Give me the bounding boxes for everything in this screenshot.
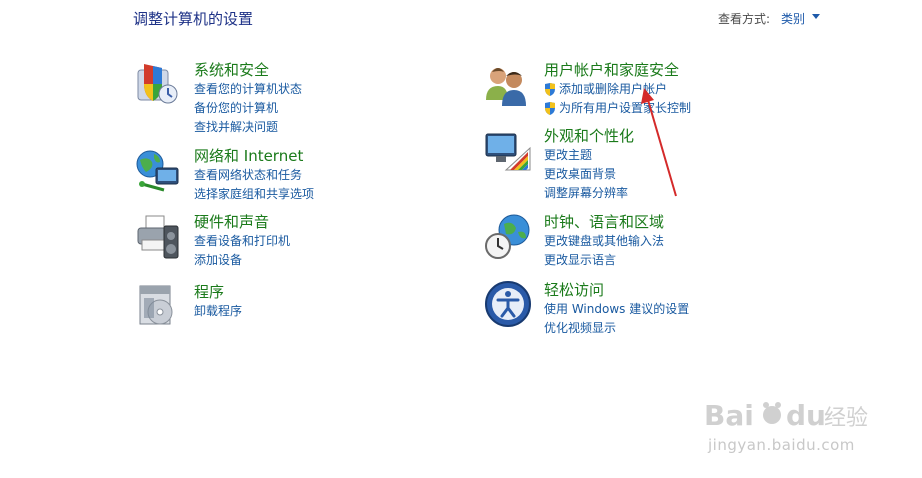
- link-network-status[interactable]: 查看网络状态和任务: [194, 166, 314, 185]
- link-optimize-display[interactable]: 优化视频显示: [544, 319, 689, 338]
- network-icon[interactable]: [134, 146, 182, 194]
- svg-text:du: du: [786, 399, 826, 432]
- link-backup-computer[interactable]: 备份您的计算机: [194, 99, 302, 118]
- programs-icon[interactable]: [134, 282, 182, 330]
- category-title-ease-of-access[interactable]: 轻松访问: [544, 280, 689, 300]
- link-devices-printers[interactable]: 查看设备和打印机: [194, 232, 290, 251]
- link-homegroup-sharing[interactable]: 选择家庭组和共享选项: [194, 185, 314, 204]
- uac-shield-icon: [545, 102, 555, 115]
- category-title-system-security[interactable]: 系统和安全: [194, 60, 302, 80]
- view-by-dropdown[interactable]: 类别: [781, 10, 805, 27]
- page-title: 调整计算机的设置: [133, 10, 254, 28]
- shield-icon[interactable]: [134, 60, 182, 108]
- appearance-icon[interactable]: [484, 126, 532, 174]
- chevron-down-icon[interactable]: [812, 14, 820, 19]
- svg-text:Bai: Bai: [704, 399, 754, 432]
- users-icon[interactable]: [484, 60, 532, 108]
- link-troubleshoot[interactable]: 查找并解决问题: [194, 118, 302, 137]
- link-add-remove-accounts-label: 添加或删除用户帐户: [559, 82, 668, 96]
- watermark-url: jingyan.baidu.com: [708, 436, 855, 454]
- link-parental-controls-label: 为所有用户设置家长控制: [559, 101, 692, 115]
- clock-globe-icon[interactable]: [484, 212, 532, 260]
- link-view-computer-status[interactable]: 查看您的计算机状态: [194, 80, 302, 99]
- category-title-hardware-sound[interactable]: 硬件和声音: [194, 212, 290, 232]
- link-uninstall-program[interactable]: 卸载程序: [194, 302, 242, 321]
- link-recommended-settings[interactable]: 使用 Windows 建议的设置: [544, 300, 689, 319]
- control-panel-page: 调整计算机的设置 查看方式: 类别 系统和安全 查看您的计算机状态 备份您的计算…: [0, 0, 922, 478]
- category-title-clock-language-region[interactable]: 时钟、语言和区域: [544, 212, 664, 232]
- link-desktop-background[interactable]: 更改桌面背景: [544, 165, 634, 184]
- uac-shield-icon: [545, 83, 555, 96]
- link-add-remove-accounts[interactable]: 添加或删除用户帐户: [544, 80, 691, 99]
- view-by-label: 查看方式:: [718, 12, 771, 26]
- category-title-network-internet[interactable]: 网络和 Internet: [194, 146, 314, 166]
- link-add-device[interactable]: 添加设备: [194, 251, 290, 270]
- svg-text:经验: 经验: [824, 406, 868, 431]
- ease-of-access-icon[interactable]: [484, 280, 532, 328]
- link-change-input-methods[interactable]: 更改键盘或其他输入法: [544, 232, 664, 251]
- category-title-programs[interactable]: 程序: [194, 282, 242, 302]
- category-title-user-accounts[interactable]: 用户帐户和家庭安全: [544, 60, 691, 80]
- printer-icon[interactable]: [134, 212, 182, 260]
- category-title-appearance[interactable]: 外观和个性化: [544, 126, 634, 146]
- link-screen-resolution[interactable]: 调整屏幕分辨率: [544, 184, 634, 203]
- link-parental-controls[interactable]: 为所有用户设置家长控制: [544, 99, 691, 118]
- link-change-display-language[interactable]: 更改显示语言: [544, 251, 664, 270]
- link-change-theme[interactable]: 更改主题: [544, 146, 634, 165]
- watermark-logo: Bai du 经验: [704, 399, 868, 432]
